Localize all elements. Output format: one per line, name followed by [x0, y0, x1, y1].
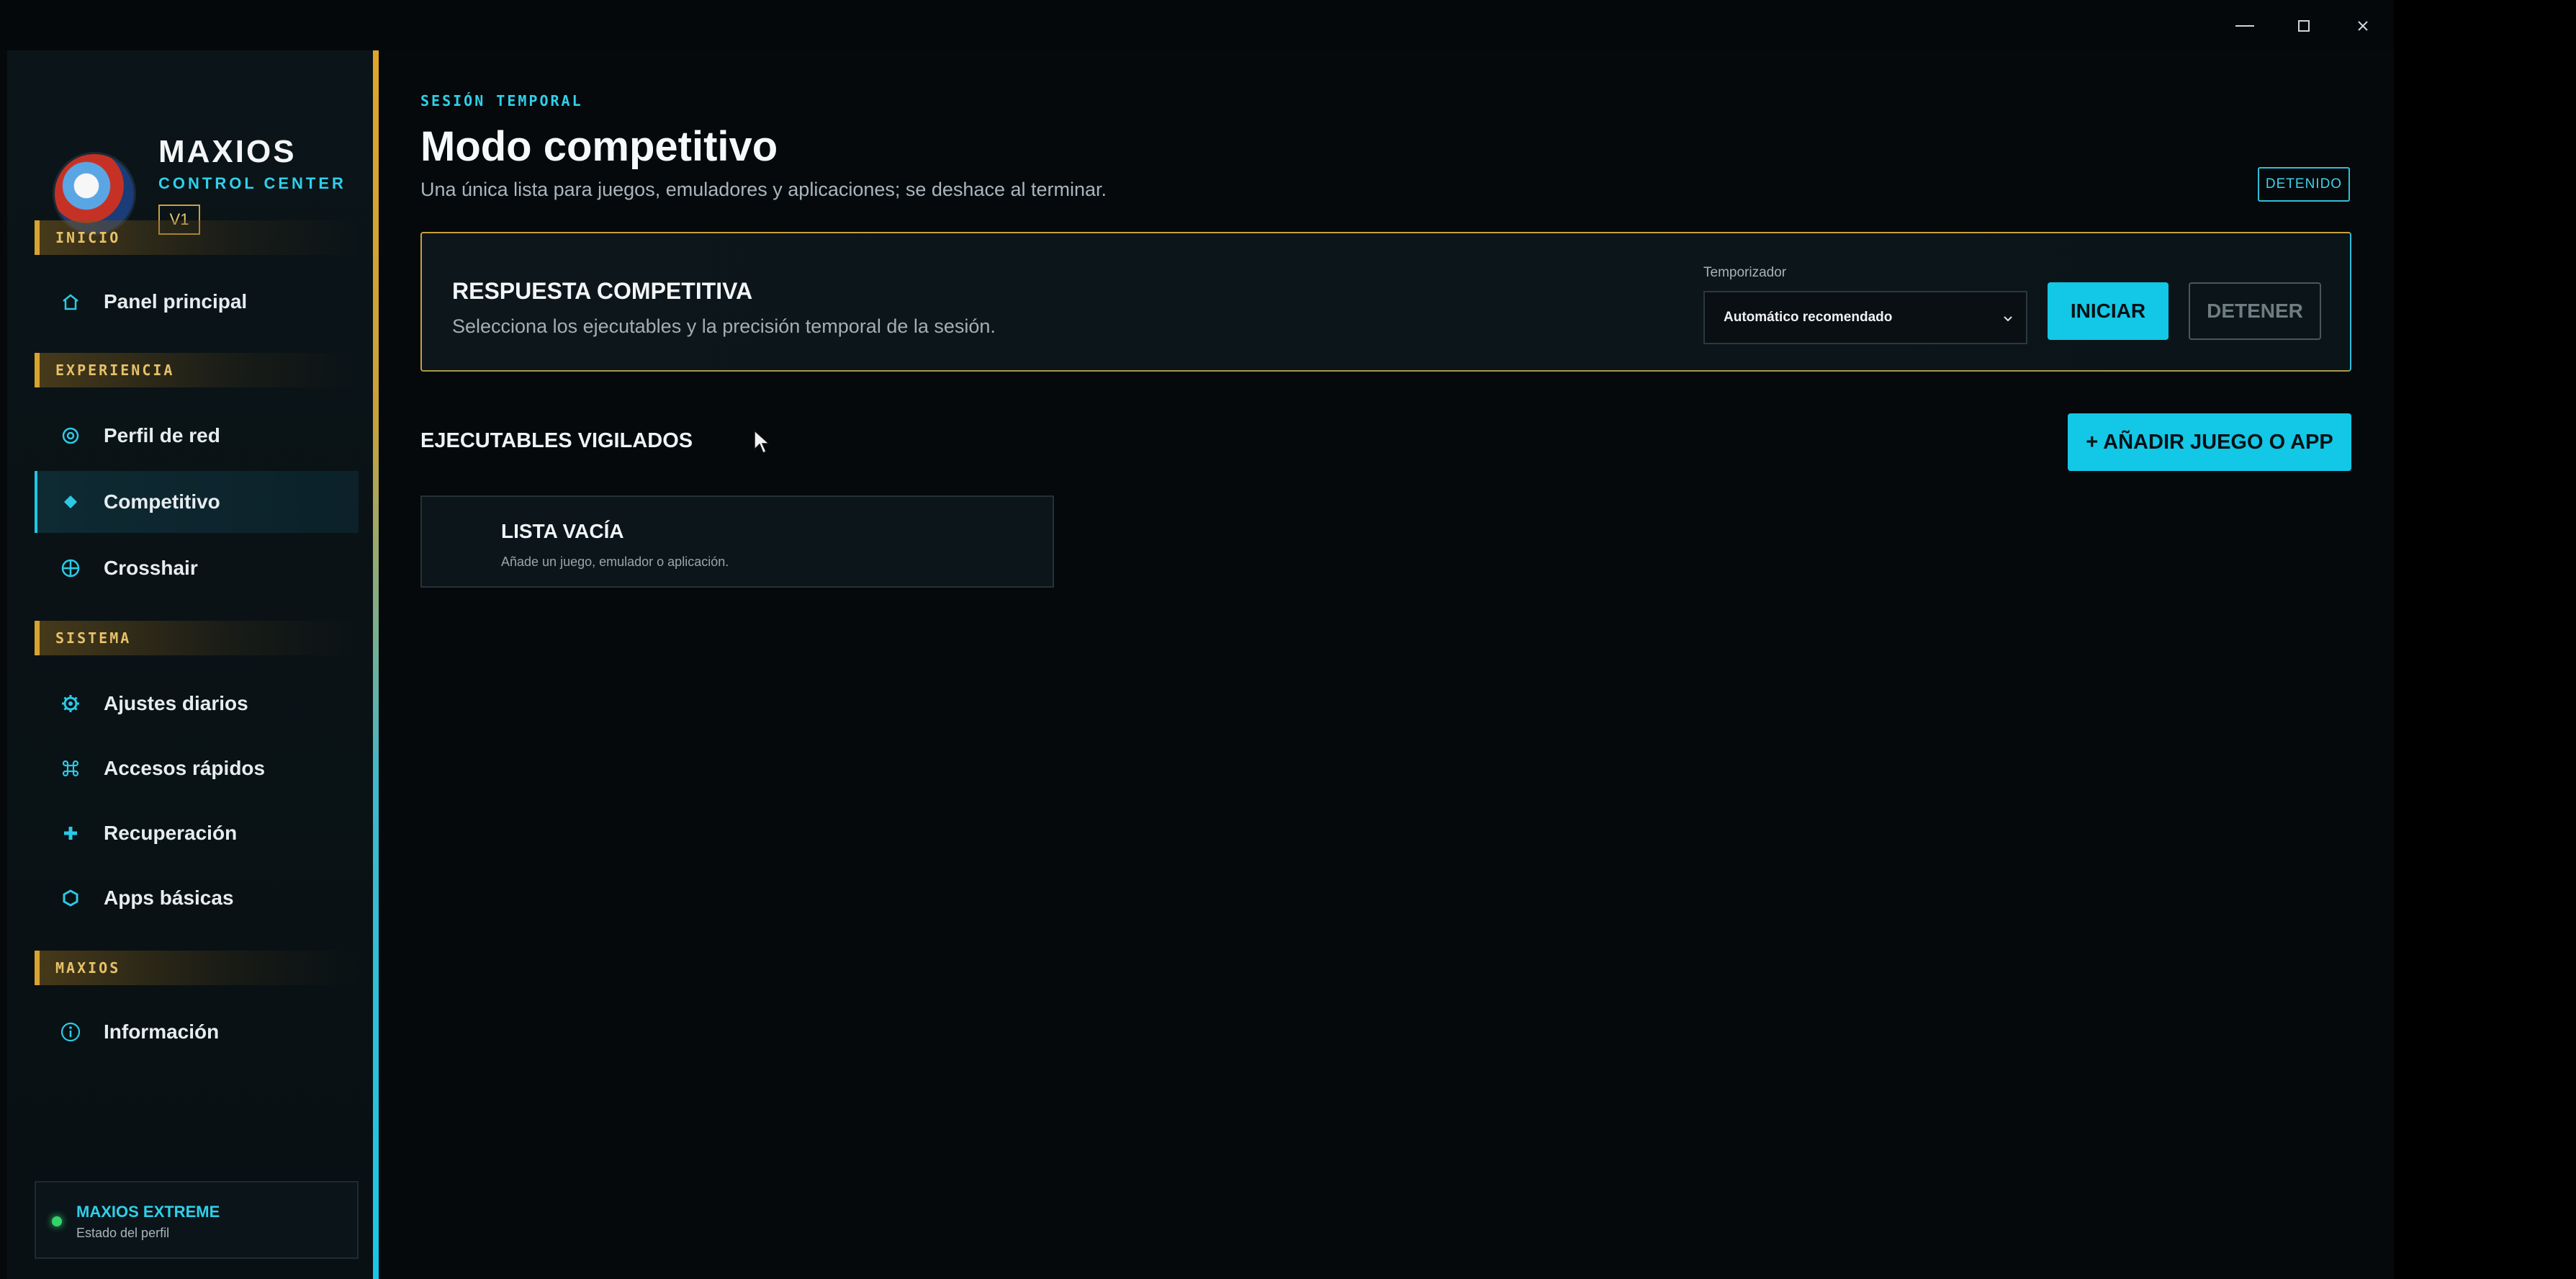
- status-dot: [52, 1216, 62, 1226]
- mouse-cursor-icon: [753, 429, 770, 459]
- sidebar-item-competitivo[interactable]: Competitivo: [35, 471, 359, 533]
- section-experiencia: EXPERIENCIA: [35, 353, 359, 387]
- crosshair-icon: [55, 554, 86, 583]
- close-button[interactable]: [2343, 10, 2383, 42]
- sidebar-item-accesos-rapidos[interactable]: Accesos rápidos: [35, 737, 359, 799]
- page-title: Modo competitivo: [420, 123, 778, 170]
- sidebar-accent-bar: [373, 50, 379, 1279]
- gear-icon: [55, 689, 86, 718]
- section-inicio: INICIO: [35, 220, 359, 255]
- plus-icon: [55, 819, 86, 848]
- title-bar: [0, 0, 2394, 50]
- profile-subtitle: Estado del perfil: [76, 1226, 170, 1240]
- info-icon: [55, 1018, 86, 1046]
- sidebar-item-apps-basicas[interactable]: Apps básicas: [35, 867, 359, 929]
- brand-name: MAXIOS: [158, 134, 297, 169]
- sidebar-item-label: Ajustes diarios: [104, 692, 248, 714]
- card-description: Selecciona los ejecutables y la precisió…: [452, 315, 996, 337]
- minimize-icon: [2235, 25, 2254, 27]
- stop-button[interactable]: DETENER: [2189, 282, 2321, 340]
- empty-list-card: LISTA VACÍA Añade un juego, emulador o a…: [420, 495, 1054, 588]
- sidebar-item-crosshair[interactable]: Crosshair: [35, 537, 359, 599]
- response-card: RESPUESTA COMPETITIVA Selecciona los eje…: [420, 232, 2351, 372]
- profile-name: MAXIOS EXTREME: [76, 1203, 220, 1221]
- chevron-down-icon: [2000, 311, 2016, 331]
- sidebar-item-label: Apps básicas: [104, 887, 234, 909]
- sidebar-item-label: Competitivo: [104, 490, 220, 513]
- start-button[interactable]: INICIAR: [2048, 282, 2169, 340]
- sidebar-item-recuperacion[interactable]: Recuperación: [35, 802, 359, 864]
- network-icon: [55, 421, 86, 450]
- close-icon: [2358, 21, 2368, 31]
- sidebar-item-informacion[interactable]: Información: [35, 1001, 359, 1063]
- sidebar-item-perfil-de-red[interactable]: Perfil de red: [35, 405, 359, 467]
- sidebar: MAXIOS CONTROL CENTER V1 INICIO Panel pr…: [7, 50, 373, 1279]
- card-title: RESPUESTA COMPETITIVA: [452, 278, 753, 304]
- maximize-icon: [2298, 20, 2310, 32]
- sidebar-item-label: Perfil de red: [104, 424, 220, 446]
- sidebar-item-label: Recuperación: [104, 822, 238, 844]
- timer-label: Temporizador: [1703, 265, 1787, 280]
- command-icon: [55, 754, 86, 783]
- page-description: Una única lista para juegos, emuladores …: [420, 179, 1107, 200]
- minimize-button[interactable]: [2225, 10, 2265, 42]
- profile-card[interactable]: MAXIOS EXTREME Estado del perfil: [35, 1181, 359, 1259]
- status-badge: DETENIDO: [2258, 167, 2350, 202]
- maximize-button[interactable]: [2284, 10, 2324, 42]
- timer-select[interactable]: Automático recomendado: [1703, 291, 2027, 344]
- app-window: MAXIOS CONTROL CENTER V1 INICIO Panel pr…: [0, 0, 2394, 1279]
- executables-title: EJECUTABLES VIGILADOS: [420, 429, 693, 452]
- sidebar-item-ajustes-diarios[interactable]: Ajustes diarios: [35, 673, 359, 735]
- section-sistema: SISTEMA: [35, 621, 359, 655]
- sidebar-item-label: Información: [104, 1020, 220, 1043]
- diamond-icon: [55, 488, 86, 516]
- hexagon-icon: [55, 884, 86, 912]
- add-app-button[interactable]: + AÑADIR JUEGO O APP: [2068, 413, 2351, 471]
- sidebar-item-label: Panel principal: [104, 290, 248, 313]
- empty-description: Añade un juego, emulador o aplicación.: [501, 555, 729, 569]
- page-eyebrow: SESIÓN TEMPORAL: [420, 92, 583, 109]
- home-icon: [55, 287, 86, 316]
- timer-value: Automático recomendado: [1724, 310, 1893, 325]
- brand-subtitle: CONTROL CENTER: [158, 174, 346, 192]
- sidebar-item-panel-principal[interactable]: Panel principal: [35, 271, 359, 333]
- empty-title: LISTA VACÍA: [501, 520, 624, 542]
- sidebar-item-label: Crosshair: [104, 557, 198, 579]
- sidebar-item-label: Accesos rápidos: [104, 757, 266, 779]
- section-maxios: MAXIOS: [35, 951, 359, 985]
